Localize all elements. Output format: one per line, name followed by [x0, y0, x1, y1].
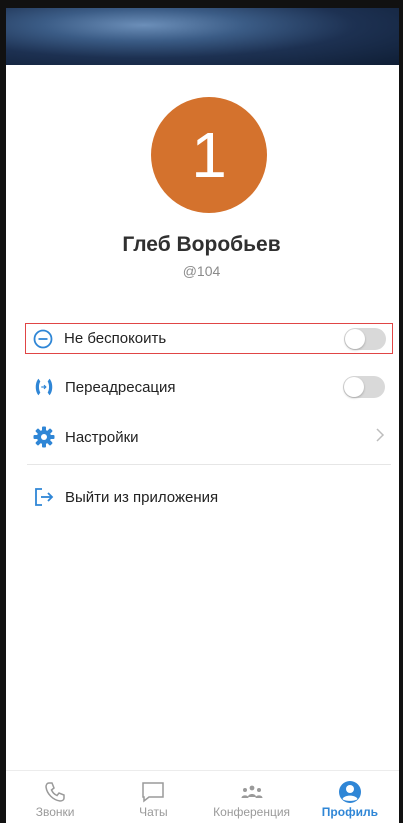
menu-divider	[27, 464, 391, 465]
minus-circle-icon	[32, 328, 54, 350]
tab-chats[interactable]: Чаты	[104, 771, 202, 823]
do-not-disturb-row[interactable]: Не беспокоить	[25, 323, 393, 354]
tab-profile-label: Профиль	[321, 805, 378, 819]
logout-icon	[33, 486, 55, 508]
screen-frame-right	[399, 0, 403, 823]
tab-profile[interactable]: Профиль	[301, 771, 399, 823]
avatar-initial: 1	[191, 119, 227, 191]
call-forward-row[interactable]: Переадресация	[27, 371, 391, 403]
logout-row[interactable]: Выйти из приложения	[27, 481, 391, 513]
call-forward-icon	[33, 376, 55, 398]
tab-conferences-label: Конференция	[213, 805, 291, 819]
phone-icon	[44, 779, 66, 805]
gear-icon	[33, 426, 55, 448]
tab-conferences[interactable]: Конференция	[203, 771, 301, 823]
tab-calls-label: Звонки	[35, 805, 75, 819]
bottom-tab-bar: Звонки Чаты Конференция Профиль	[6, 770, 399, 823]
profile-name: Глеб Воробьев	[122, 233, 281, 256]
do-not-disturb-toggle[interactable]	[344, 327, 386, 350]
tab-calls[interactable]: Звонки	[6, 771, 104, 823]
call-forward-toggle[interactable]	[343, 376, 385, 398]
screen-frame-left	[0, 0, 6, 823]
call-forward-label: Переадресация	[65, 378, 176, 396]
chat-bubble-icon	[141, 779, 165, 805]
profile-username: @104	[182, 263, 221, 279]
chevron-right-icon	[375, 428, 385, 446]
avatar[interactable]: 1	[151, 97, 267, 213]
do-not-disturb-label: Не беспокоить	[64, 330, 167, 347]
profile-banner	[6, 8, 399, 65]
settings-row[interactable]: Настройки	[27, 421, 391, 453]
screen-frame-top	[0, 0, 403, 8]
tab-chats-label: Чаты	[139, 805, 168, 819]
logout-label: Выйти из приложения	[65, 488, 219, 506]
user-circle-icon	[338, 779, 362, 805]
group-icon	[240, 779, 264, 805]
settings-label: Настройки	[65, 428, 139, 446]
